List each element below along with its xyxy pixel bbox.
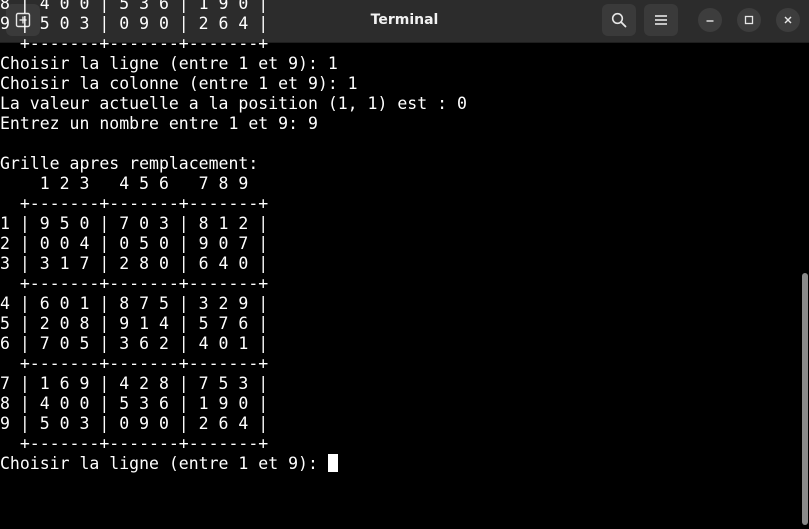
prompt-text: Choisir la ligne (entre 1 et 9): [0,454,328,473]
terminal-line: +-------+-------+-------+ [0,354,269,373]
terminal-line: 9 | 5 0 3 | 0 9 0 | 2 6 4 | [0,414,269,433]
terminal-line: Choisir la colonne (entre 1 et 9): 1 [0,74,358,93]
terminal-line: Choisir la ligne (entre 1 et 9): 1 [0,54,338,73]
terminal-line: +-------+-------+-------+ [0,194,269,213]
terminal-line: 2 | 0 0 4 | 0 5 0 | 9 0 7 | [0,234,269,253]
text-cursor [327,454,338,472]
terminal-line: La valeur actuelle a la position (1, 1) … [0,94,467,113]
terminal-line: 8 | 4 0 0 | 5 3 6 | 1 9 0 | [0,0,269,13]
scrollbar-thumb[interactable] [802,273,808,525]
terminal-line: 6 | 7 0 5 | 3 6 2 | 4 0 1 | [0,334,269,353]
terminal-line: +-------+-------+-------+ [0,274,269,293]
terminal-area[interactable]: 8 | 4 0 0 | 5 3 6 | 1 9 0 | 9 | 5 0 3 | … [0,0,800,529]
terminal-line: Entrez un nombre entre 1 et 9: 9 [0,114,318,133]
terminal-line: 9 | 5 0 3 | 0 9 0 | 2 6 4 | [0,14,269,33]
terminal-line: 7 | 1 6 9 | 4 2 8 | 7 5 3 | [0,374,269,393]
terminal-line: +-------+-------+-------+ [0,34,269,53]
terminal-line: +-------+-------+-------+ [0,434,269,453]
terminal-line: 1 2 3 4 5 6 7 8 9 [0,174,249,193]
terminal-line: 8 | 4 0 0 | 5 3 6 | 1 9 0 | [0,394,269,413]
terminal-line: Grille apres remplacement: [0,154,259,173]
input-prompt-line[interactable]: Choisir la ligne (entre 1 et 9): [0,454,467,474]
terminal-line: 4 | 6 0 1 | 8 7 5 | 3 2 9 | [0,294,269,313]
terminal-line: 1 | 9 5 0 | 7 0 3 | 8 1 2 | [0,214,269,233]
terminal-output: 8 | 4 0 0 | 5 3 6 | 1 9 0 | 9 | 5 0 3 | … [0,0,467,474]
terminal-line: 3 | 3 1 7 | 2 8 0 | 6 4 0 | [0,254,269,273]
terminal-line: 5 | 2 0 8 | 9 1 4 | 5 7 6 | [0,314,269,333]
terminal-window: Terminal 8 | 4 0 0 | 5 3 6 | 1 9 0 | 9 |… [0,0,809,529]
